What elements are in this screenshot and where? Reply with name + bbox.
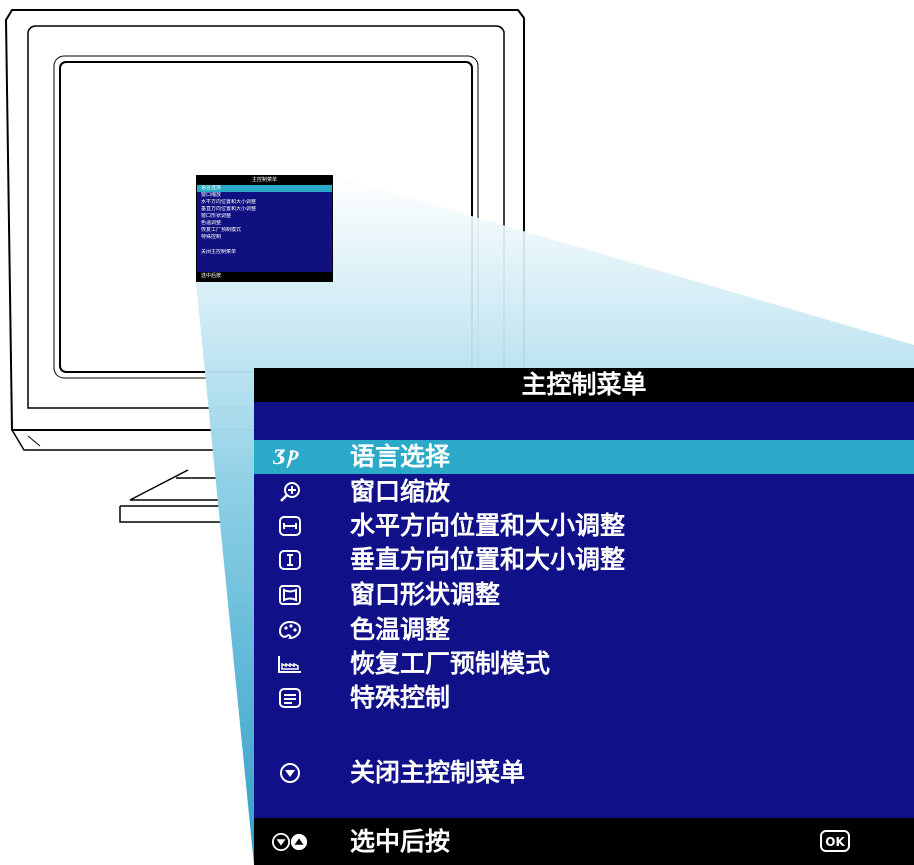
svg-text:OK: OK bbox=[825, 835, 845, 849]
svg-text:ƷⲢ: ƷⲢ bbox=[273, 446, 299, 468]
mini-osd-item: 水平方向位置和大小调整 bbox=[201, 199, 257, 205]
menu-item-vertical[interactable]: 垂直方向位置和大小调整 bbox=[254, 543, 914, 577]
mini-osd-footer: 选中后按 bbox=[197, 272, 332, 281]
factory-reset-icon bbox=[272, 647, 308, 681]
menu-item-label: 恢复工厂预制模式 bbox=[350, 649, 551, 678]
menu-item-close[interactable]: 关闭主控制菜单 bbox=[254, 756, 914, 790]
mini-osd-close: 关闭主控制菜单 bbox=[201, 249, 237, 255]
language-icon: ƷⲢ bbox=[272, 440, 308, 474]
special-control-icon bbox=[272, 681, 308, 715]
mini-osd-item: 垂直方向位置和大小调整 bbox=[201, 206, 257, 212]
mini-osd-item: 恢复工厂预制模式 bbox=[201, 227, 242, 233]
menu-item-label: 窗口缩放 bbox=[350, 477, 451, 506]
menu-item-label: 特殊控制 bbox=[350, 683, 451, 712]
mini-osd-item: 窗口形状调整 bbox=[201, 213, 232, 219]
up-down-arrows-icon bbox=[272, 818, 308, 865]
menu-item-language[interactable]: ƷⲢ 语言选择 bbox=[254, 440, 914, 474]
menu-item-label: 水平方向位置和大小调整 bbox=[350, 511, 626, 540]
menu-item-label: 语言选择 bbox=[350, 442, 451, 471]
ok-key-icon: OK bbox=[820, 830, 850, 852]
menu-item-zoom[interactable]: 窗口缩放 bbox=[254, 475, 914, 509]
menu-item-color-temp[interactable]: 色温调整 bbox=[254, 613, 914, 647]
osd-footer: 选中后按 OK bbox=[254, 818, 914, 865]
footer-label: 选中后按 bbox=[350, 827, 451, 856]
horizontal-size-icon bbox=[272, 509, 308, 543]
menu-item-label: 关闭主控制菜单 bbox=[350, 758, 526, 787]
mini-osd-item: 特殊控制 bbox=[201, 234, 222, 240]
mini-osd-item: 窗口缩放 bbox=[201, 192, 222, 198]
mini-osd-title: 主控制菜单 bbox=[197, 176, 332, 185]
mini-osd-item: 语言选择 bbox=[197, 185, 332, 192]
menu-item-factory-reset[interactable]: 恢复工厂预制模式 bbox=[254, 647, 914, 681]
menu-item-label: 色温调整 bbox=[350, 615, 451, 644]
menu-item-special[interactable]: 特殊控制 bbox=[254, 681, 914, 715]
down-arrow-icon bbox=[272, 756, 308, 790]
geometry-icon bbox=[272, 578, 308, 612]
osd-title: 主控制菜单 bbox=[254, 368, 914, 402]
vertical-size-icon bbox=[272, 543, 308, 577]
menu-item-horizontal[interactable]: 水平方向位置和大小调整 bbox=[254, 509, 914, 543]
zoom-icon bbox=[272, 475, 308, 509]
osd-main-menu: 主控制菜单 ƷⲢ 语言选择 窗口缩放 水平方向位置和大小调整 垂直方向位置和大小… bbox=[254, 368, 914, 865]
mini-osd-item: 色温调整 bbox=[201, 220, 222, 226]
menu-item-label: 垂直方向位置和大小调整 bbox=[350, 545, 626, 574]
mini-osd-menu: 主控制菜单 语言选择 窗口缩放 水平方向位置和大小调整 垂直方向位置和大小调整 … bbox=[196, 175, 333, 282]
palette-icon bbox=[272, 613, 308, 647]
menu-item-geometry[interactable]: 窗口形状调整 bbox=[254, 578, 914, 612]
menu-item-label: 窗口形状调整 bbox=[350, 580, 501, 609]
